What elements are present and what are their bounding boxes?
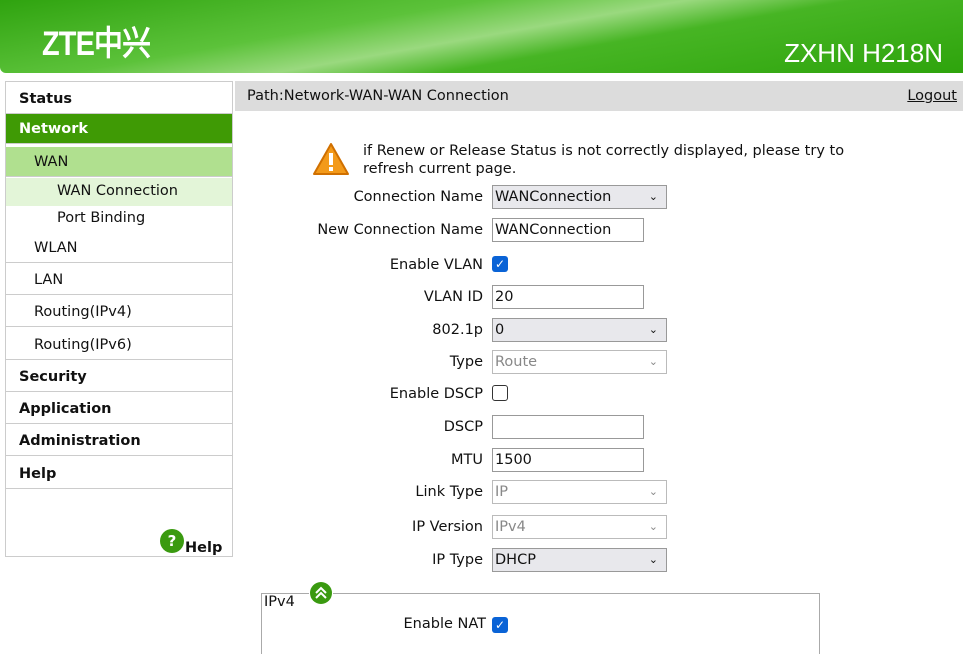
dscp-row: DSCP [250,415,750,441]
sidebar-item-routing-ipv4[interactable]: Routing(IPv4) [6,297,232,327]
sidebar-item-status[interactable]: Status [6,84,232,114]
enable-nat-label: Enable NAT [403,616,487,632]
link-type-label: Link Type [415,484,483,500]
type-row: Type Route ⌄ [250,350,750,376]
enable-vlan-label: Enable VLAN [389,257,483,273]
help-button[interactable]: ? Help [159,528,222,556]
dscp-label: DSCP [443,419,483,435]
ip-type-value: DHCP [495,552,536,568]
sidebar-item-wlan[interactable]: WLAN [6,233,232,263]
ip-type-label: IP Type [432,552,483,568]
new-connection-name-row: New Connection Name WANConnection [250,218,750,244]
link-type-row: Link Type IP ⌄ [250,480,750,506]
zte-logo: ZTE中兴 [42,25,151,63]
connection-name-row: Connection Name WANConnection ⌄ [250,185,750,211]
header-banner: ZTE中兴 ZXHN H218N [0,0,963,73]
svg-text:?: ? [168,532,177,550]
dot1p-select[interactable]: 0 ⌄ [492,318,667,342]
sidebar-item-help[interactable]: Help [6,459,232,489]
connection-name-value: WANConnection [495,189,612,205]
connection-name-select[interactable]: WANConnection ⌄ [492,185,667,209]
breadcrumb: Path:Network-WAN-WAN Connection [247,88,509,104]
chevron-down-icon: ⌄ [648,355,658,368]
enable-vlan-row: Enable VLAN ✓ [250,253,750,279]
sidebar-item-network[interactable]: Network [6,114,232,144]
connection-name-label: Connection Name [353,189,483,205]
ip-type-row: IP Type DHCP ⌄ [250,548,750,574]
path-bar: Path:Network-WAN-WAN Connection Logout [235,81,963,111]
new-connection-name-input[interactable]: WANConnection [492,218,644,242]
enable-dscp-row: Enable DSCP [250,382,750,408]
ip-version-label: IP Version [412,519,483,535]
chevron-down-icon: ⌄ [648,485,658,498]
sidebar: Status Network WAN WAN Connection Port Bindi… [5,81,233,557]
help-icon: ? [160,529,184,553]
ip-version-value: IPv4 [495,519,526,535]
sidebar-item-wan[interactable]: WAN [6,147,232,177]
type-label: Type [449,354,483,370]
enable-dscp-label: Enable DSCP [389,386,483,402]
logout-link[interactable]: Logout [907,81,957,111]
model-name: ZXHN H218N [784,38,943,68]
enable-vlan-checkbox[interactable]: ✓ [492,256,508,272]
dot1p-label: 802.1p [432,322,483,338]
warning-icon [313,143,349,175]
vlan-id-input[interactable]: 20 [492,285,644,309]
dscp-input[interactable] [492,415,644,439]
link-type-select: IP ⌄ [492,480,667,504]
mtu-row: MTU 1500 [250,448,750,474]
chevron-down-icon: ⌄ [648,520,658,533]
enable-nat-checkbox[interactable]: ✓ [492,617,508,633]
ipv4-legend: IPv4 [264,594,295,610]
ip-type-select[interactable]: DHCP ⌄ [492,548,667,572]
ipv4-fieldset: IPv4 Enable NAT ✓ [261,581,820,654]
link-type-value: IP [495,484,509,500]
help-label: Help [185,540,223,556]
chevron-down-icon: ⌄ [648,323,658,336]
dot1p-row: 802.1p 0 ⌄ [250,318,750,344]
vlan-id-label: VLAN ID [423,289,483,305]
type-select: Route ⌄ [492,350,667,374]
mtu-input[interactable]: 1500 [492,448,644,472]
sidebar-item-application[interactable]: Application [6,394,232,424]
mtu-label: MTU [451,452,483,468]
sidebar-item-routing-ipv6[interactable]: Routing(IPv6) [6,330,232,360]
sidebar-item-lan[interactable]: LAN [6,265,232,295]
sidebar-item-wan-connection[interactable]: WAN Connection [6,178,232,206]
type-value: Route [495,354,538,370]
collapse-icon[interactable] [309,581,333,605]
vlan-id-row: VLAN ID 20 [250,285,750,311]
sidebar-item-administration[interactable]: Administration [6,426,232,456]
chevron-down-icon: ⌄ [648,190,658,203]
dot1p-value: 0 [495,322,505,338]
warning-text: if Renew or Release Status is not correc… [363,143,845,177]
new-connection-name-label: New Connection Name [317,222,483,238]
enable-dscp-checkbox[interactable] [492,385,508,401]
sidebar-item-security[interactable]: Security [6,362,232,392]
sidebar-item-port-binding[interactable]: Port Binding [6,205,232,231]
warning-message: if Renew or Release Status is not correc… [312,142,872,178]
ip-version-row: IP Version IPv4 ⌄ [250,515,750,541]
ip-version-select: IPv4 ⌄ [492,515,667,539]
chevron-down-icon: ⌄ [648,553,658,566]
